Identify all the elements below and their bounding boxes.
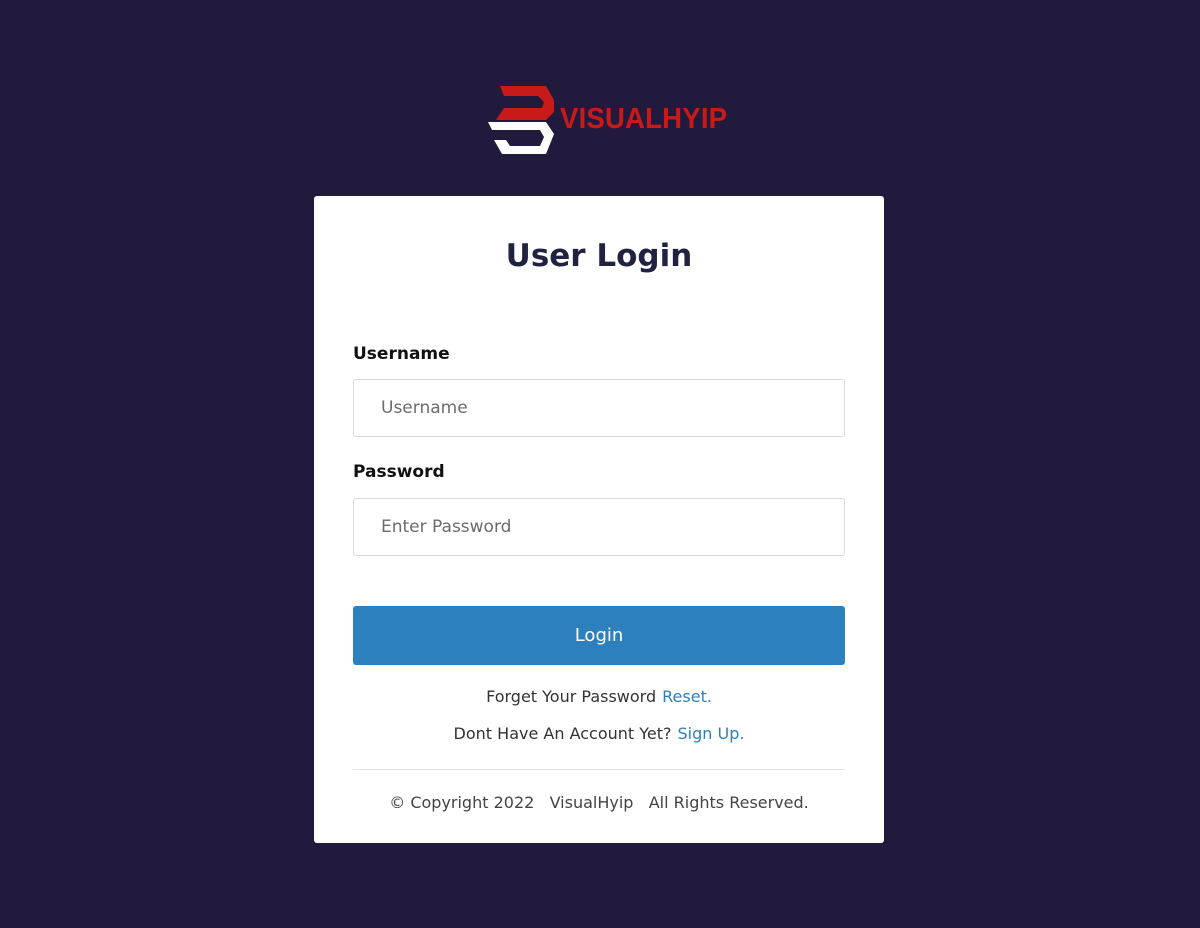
brand-logo: VISUALHYIP	[484, 82, 754, 158]
password-label: Password	[353, 462, 445, 482]
footer: © Copyright 2022 VisualHyip All Rights R…	[314, 793, 884, 812]
footer-company: VisualHyip	[549, 793, 634, 812]
password-input[interactable]	[353, 498, 845, 556]
username-input[interactable]	[353, 379, 845, 437]
username-label: Username	[353, 344, 450, 364]
divider	[353, 769, 845, 770]
forgot-password-text: Forget Your Password	[486, 687, 657, 706]
page-title: User Login	[505, 238, 693, 274]
footer-copyright: © Copyright 2022	[389, 793, 535, 812]
logo-mark-icon	[488, 86, 554, 154]
forgot-password-row: Forget Your Password Reset.	[314, 687, 884, 706]
login-card: User Login Username Password Login Forge…	[314, 196, 884, 843]
footer-rights: All Rights Reserved.	[648, 793, 809, 812]
signup-text: Dont Have An Account Yet?	[453, 724, 672, 743]
signup-row: Dont Have An Account Yet? Sign Up.	[314, 724, 884, 743]
login-button[interactable]: Login	[353, 606, 845, 665]
login-page: VISUALHYIP User Login Username Password …	[0, 0, 1200, 928]
signup-link[interactable]: Sign Up.	[678, 724, 745, 743]
reset-link[interactable]: Reset.	[662, 687, 712, 706]
brand-name: VISUALHYIP	[560, 102, 728, 135]
